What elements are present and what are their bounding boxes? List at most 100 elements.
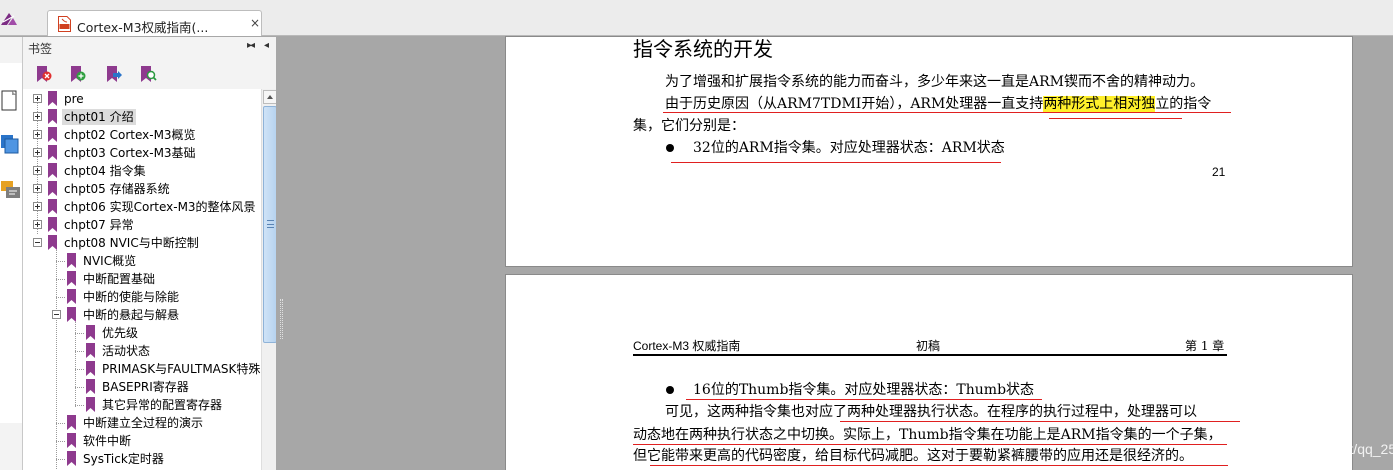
- page-thumbnails-icon[interactable]: [0, 89, 22, 113]
- tree-connector: [75, 333, 84, 334]
- bookmark-ribbon-icon: [47, 181, 58, 197]
- tree-connector: [56, 441, 65, 442]
- expand-plus-icon[interactable]: [33, 148, 42, 157]
- bookmark-item[interactable]: 中断的悬起与解悬: [23, 306, 261, 324]
- expand-plus-icon[interactable]: [33, 184, 42, 193]
- expand-plus-icon[interactable]: [33, 166, 42, 175]
- bookmark-ribbon-icon: [47, 217, 58, 233]
- bookmark-item[interactable]: chpt04 指令集: [23, 162, 261, 180]
- bookmark-item[interactable]: 中断建立全过程的演示: [23, 414, 261, 432]
- bookmark-ribbon-icon: [47, 235, 58, 251]
- bookmark-item[interactable]: chpt06 实现Cortex-M3的整体风景: [23, 198, 261, 216]
- collapse-minus-icon[interactable]: [52, 310, 61, 319]
- bookmark-item[interactable]: chpt02 Cortex-M3概览: [23, 126, 261, 144]
- paragraph-line: 可见，这两种指令集也对应了两种处理器执行状态。在程序的执行过程中，处理器可以: [665, 404, 1197, 420]
- bookmark-label: 中断的使能与除能: [83, 290, 180, 304]
- bookmark-label: BASEPRI寄存器: [102, 380, 189, 394]
- go-to-bookmark-icon[interactable]: [103, 64, 123, 84]
- red-underline-annotation[interactable]: [1049, 118, 1182, 119]
- bookmark-item[interactable]: 活动状态: [23, 342, 261, 360]
- bookmark-label: 中断建立全过程的演示: [83, 416, 204, 430]
- bookmark-item[interactable]: chpt01 介绍: [23, 108, 261, 126]
- bookmark-label: 优先级: [102, 326, 139, 340]
- bookmark-ribbon-icon: [85, 397, 96, 413]
- red-underline-annotation[interactable]: [686, 399, 1042, 400]
- search-bookmark-icon[interactable]: [137, 64, 157, 84]
- bookmark-label: 软件中断: [83, 434, 132, 448]
- bookmark-item[interactable]: BASEPRI寄存器: [23, 378, 261, 396]
- bookmark-label: chpt03 Cortex-M3基础: [64, 146, 196, 160]
- bookmark-item[interactable]: NVIC概览: [23, 252, 261, 270]
- bookmark-item[interactable]: 其它异常的配置寄存器: [23, 396, 261, 414]
- pdf-page-22: Cortex-M3 权威指南 初稿 第 1 章 16位的Thumb指令集。对应处…: [505, 274, 1353, 470]
- bookmark-toolbar: [23, 59, 277, 89]
- bookmark-ribbon-icon: [66, 271, 77, 287]
- bookmark-label: chpt02 Cortex-M3概览: [64, 128, 196, 142]
- collapse-minus-icon[interactable]: [33, 238, 42, 247]
- bookmark-ribbon-icon: [47, 91, 58, 107]
- expand-plus-icon[interactable]: [33, 130, 42, 139]
- bookmark-tree: pre chpt01 介绍 chpt02 Cortex-M3概览 chpt03 Cor…: [23, 89, 261, 470]
- tab-close-button[interactable]: ×: [250, 16, 260, 30]
- bookmark-label: 活动状态: [102, 344, 151, 358]
- app-logo-icon[interactable]: [0, 10, 18, 28]
- paragraph-line: 为了增强和扩展指令系统的能力而奋斗，多少年来这一直是ARM锲而不舍的精神动力。: [665, 74, 1204, 90]
- bookmark-ribbon-icon: [85, 343, 96, 359]
- list-item: 32位的ARM指令集。对应处理器状态：ARM状态: [693, 140, 1005, 156]
- red-underline-annotation[interactable]: [633, 444, 1227, 445]
- bookmark-item[interactable]: 中断的使能与除能: [23, 288, 261, 306]
- expand-plus-icon[interactable]: [33, 202, 42, 211]
- bookmark-item[interactable]: 优先级: [23, 324, 261, 342]
- delete-bookmark-icon[interactable]: [33, 64, 53, 84]
- bookmark-item[interactable]: 中断配置基础: [23, 270, 261, 288]
- bookmark-item[interactable]: chpt07 异常: [23, 216, 261, 234]
- add-bookmark-icon[interactable]: [67, 64, 87, 84]
- tree-connector: [75, 387, 84, 388]
- blog-watermark: https://blog.csdn.net/qq_25814297: [1228, 441, 1393, 457]
- running-header-chapter: 第 1 章: [1185, 339, 1225, 353]
- panel-splitter[interactable]: [276, 37, 288, 470]
- highlighted-text: 两种形式上相对独: [1043, 96, 1156, 112]
- expand-plus-icon[interactable]: [33, 94, 42, 103]
- red-underline-annotation[interactable]: [663, 112, 1231, 113]
- bookmark-label: pre: [64, 92, 84, 106]
- paragraph-line: 由于历史原因（从ARM7TDMI开始），ARM处理器一直支持两种形式上相对独立的…: [665, 96, 1212, 112]
- panel-hide-icon[interactable]: ◂: [264, 40, 269, 51]
- active-panel-indicator: [0, 63, 22, 423]
- red-underline-annotation[interactable]: [840, 421, 1240, 422]
- document-tab[interactable]: Cortex-M3权威指南(... ×: [47, 10, 262, 36]
- bookmark-scrollbar[interactable]: [261, 89, 277, 470]
- expand-plus-icon[interactable]: [33, 112, 42, 121]
- splitter-grip-icon: [280, 299, 283, 339]
- scrollbar-thumb[interactable]: [263, 106, 277, 343]
- scrollbar-grip-icon: [267, 220, 274, 228]
- scroll-up-button[interactable]: [263, 90, 277, 104]
- bookmark-item[interactable]: PRIMASK与FAULTMASK特殊: [23, 360, 261, 378]
- bookmark-panel-header: 书签 ▸◂ ◂: [23, 37, 277, 59]
- layers-icon[interactable]: [0, 133, 22, 157]
- expand-collapse-icon[interactable]: ▸◂: [247, 40, 255, 51]
- bookmark-ribbon-icon: [66, 289, 77, 305]
- red-underline-annotation[interactable]: [671, 162, 1001, 163]
- bookmark-label: chpt05 存储器系统: [64, 182, 170, 196]
- bookmark-ribbon-icon: [47, 109, 58, 125]
- tree-connector: [56, 297, 65, 298]
- bookmark-item[interactable]: SysTick定时器: [23, 450, 261, 468]
- paragraph-line: 动态地在两种执行状态之中切换。实际上，Thumb指令集在功能上是ARM指令集的一…: [633, 427, 1222, 443]
- comments-icon[interactable]: [0, 179, 22, 203]
- bookmark-label: chpt08 NVIC与中断控制: [64, 236, 199, 250]
- paragraph-line: 但它能带来更高的代码密度，给目标代码减肥。这对于要勒紧裤腰带的应用还是很经济的。: [633, 448, 1193, 464]
- tree-connector: [56, 423, 65, 424]
- bookmark-label: 其它异常的配置寄存器: [102, 398, 223, 412]
- bookmark-item[interactable]: chpt03 Cortex-M3基础: [23, 144, 261, 162]
- side-panel-switcher: [0, 37, 22, 470]
- paragraph-line: 集，它们分别是：: [633, 118, 745, 134]
- expand-plus-icon[interactable]: [33, 220, 42, 229]
- bookmark-item[interactable]: chpt05 存储器系统: [23, 180, 261, 198]
- bookmark-item[interactable]: pre: [23, 90, 261, 108]
- bookmark-ribbon-icon: [66, 253, 77, 269]
- bookmark-item[interactable]: 软件中断: [23, 432, 261, 450]
- bookmark-label: chpt07 异常: [64, 218, 134, 232]
- red-underline-annotation[interactable]: [650, 465, 1228, 466]
- bookmark-item[interactable]: chpt08 NVIC与中断控制: [23, 234, 261, 252]
